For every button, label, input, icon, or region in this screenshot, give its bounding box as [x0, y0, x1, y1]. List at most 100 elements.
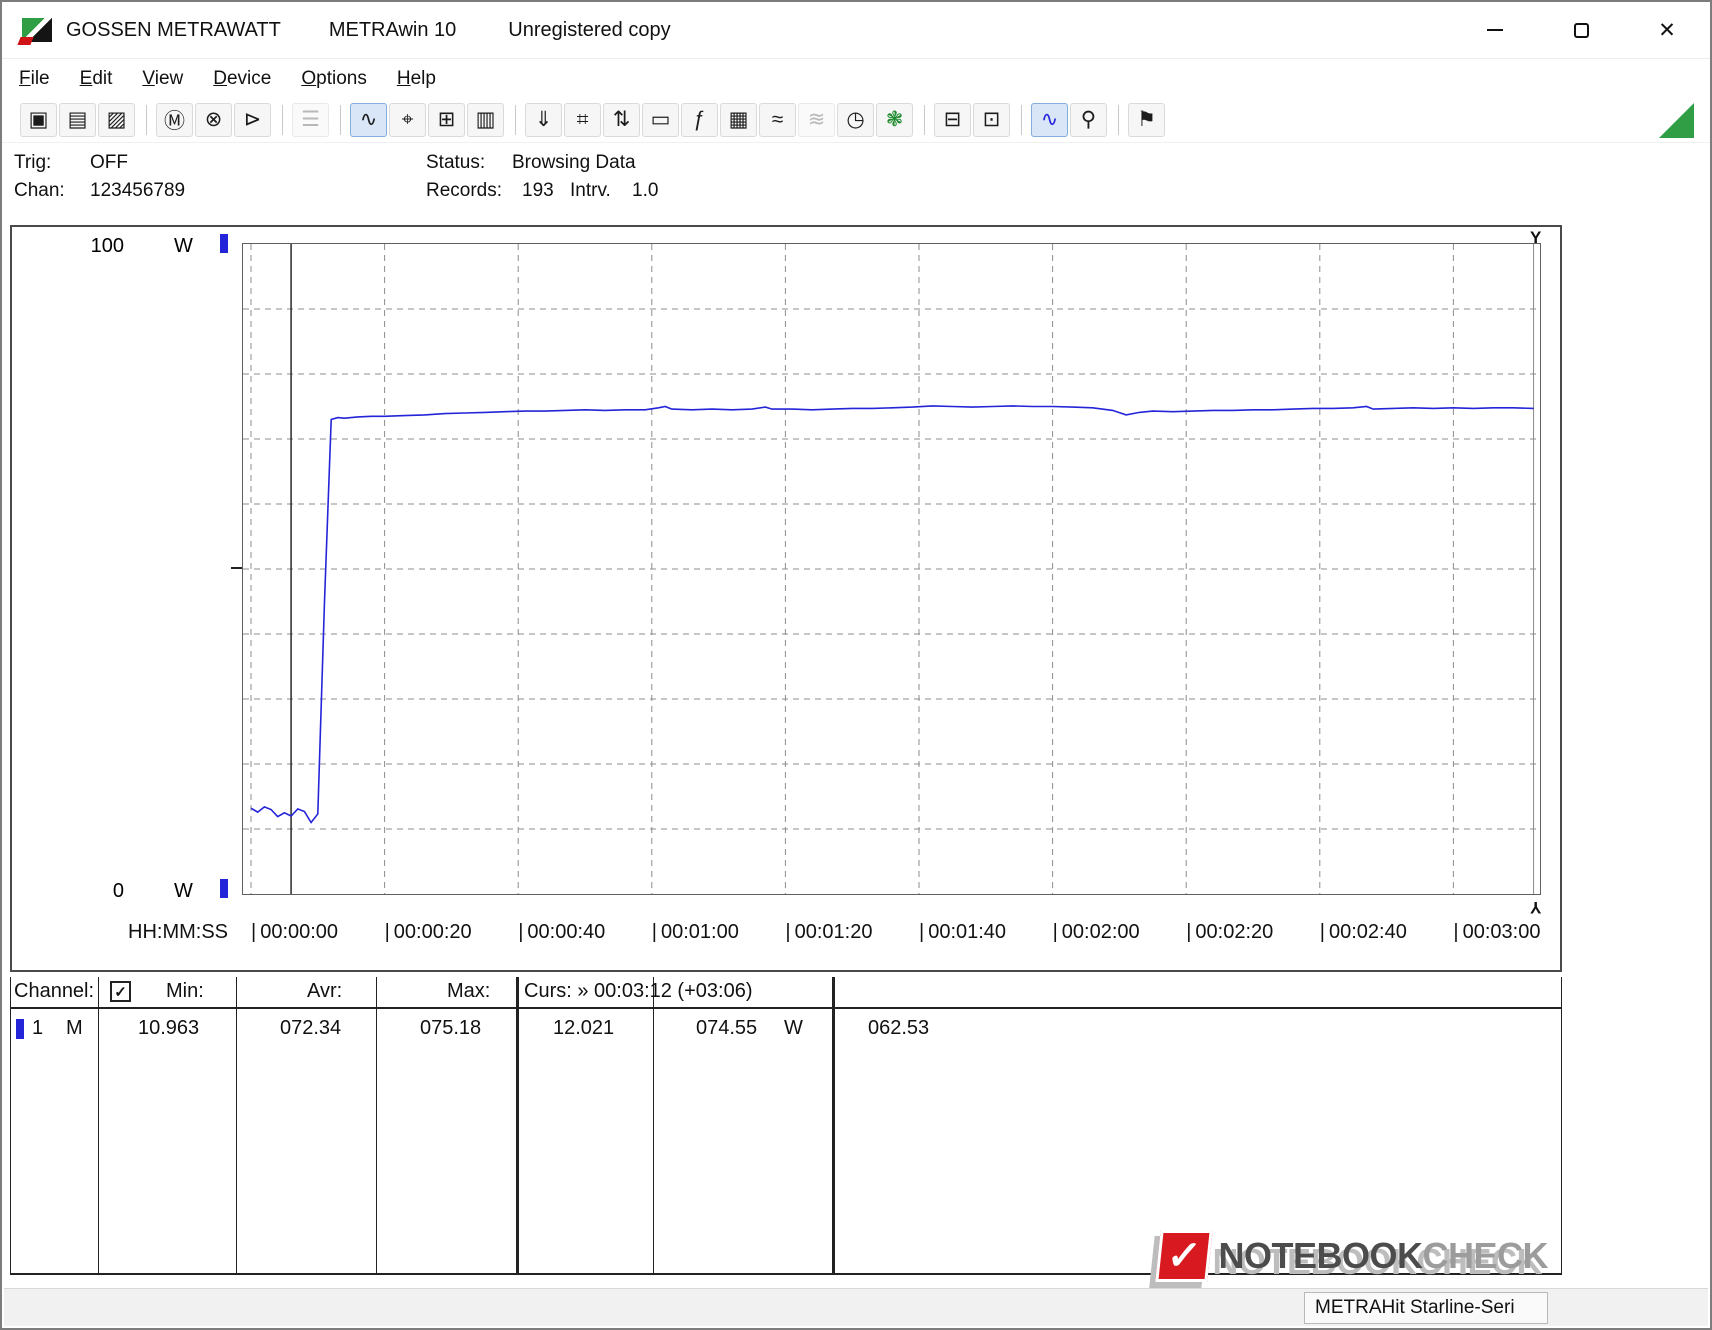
green-corner-triangle-icon [1659, 103, 1694, 138]
status-value: Browsing Data [512, 152, 636, 173]
scope-view-icon[interactable]: ⌖ [389, 102, 426, 137]
toolbar-separator [282, 104, 283, 135]
col-header-max: Max: [447, 980, 491, 1002]
zoom-horizontal-icon[interactable]: ∿ [1031, 102, 1068, 137]
statusbar: METRAHit Starline-Seri [4, 1288, 1708, 1326]
channel-color-marker-top [220, 234, 228, 253]
export-data-icon[interactable]: ⇓ [525, 102, 562, 137]
menubar: File Edit View Device Options Help [2, 60, 1710, 97]
memory-list-icon: ☰ [292, 102, 329, 137]
channel-list-icon[interactable]: ⇅ [603, 102, 640, 137]
chan-label: Chan: [14, 180, 65, 201]
x-tick: | 00:02:00 [1053, 921, 1140, 944]
x-tick-label: 00:00:00 [260, 921, 339, 943]
print-icon[interactable]: ⊟ [934, 102, 971, 137]
toolbar-separator [146, 104, 147, 135]
status-label: Status: [426, 152, 486, 173]
trig-label: Trig: [14, 152, 52, 173]
x-tick-mark: | [251, 921, 257, 943]
menu-item-view[interactable]: View [127, 63, 198, 95]
menu-item-help[interactable]: Help [382, 63, 451, 95]
trend-plot-area[interactable] [242, 243, 1541, 895]
maximize-button[interactable] [1538, 2, 1624, 58]
close-button[interactable]: ✕ [1624, 2, 1710, 58]
table-divider [653, 977, 654, 1275]
sample-rate-icon[interactable]: ≈ [759, 102, 796, 137]
x-tick-label: 00:03:00 [1462, 921, 1541, 943]
device-read-icon[interactable]: Ⓜ [156, 102, 193, 137]
value-cursor1: 12.021 [553, 1017, 615, 1039]
wordmark-check: CHECK [1422, 1235, 1548, 1276]
meter-timer-icon[interactable]: ◷ [837, 102, 874, 137]
x-tick: | 00:01:20 [785, 921, 872, 944]
toolbar-separator [1021, 104, 1022, 135]
value-max: 075.18 [420, 1017, 482, 1039]
wordmark-notebook: NOTEBOOK [1218, 1235, 1423, 1276]
cursor-handle-bottom-icon[interactable]: Y [1530, 897, 1541, 917]
channel-visible-checkbox[interactable]: ✓ [110, 981, 131, 1002]
device-config-icon[interactable]: ⌗ [564, 102, 601, 137]
notebookcheck-watermark: ✓ NOTEBOOK CHECK [1155, 1230, 1548, 1282]
x-tick-label: 00:02:20 [1195, 921, 1274, 943]
col-header-min: Min: [166, 980, 204, 1002]
x-tick: | 00:00:20 [385, 921, 472, 944]
value-delta: 062.53 [868, 1017, 930, 1039]
connected-device-box: METRAHit Starline-Seri [1304, 1292, 1548, 1324]
menu-item-file[interactable]: File [4, 63, 65, 95]
x-tick-label: 00:01:00 [661, 921, 739, 943]
annotation-icon[interactable]: ⚑ [1128, 102, 1165, 137]
license-label: Unregistered copy [508, 18, 671, 41]
value-cursor2: 074.55 [696, 1017, 758, 1039]
menu-item-options[interactable]: Options [286, 63, 381, 95]
x-tick-mark: | [384, 921, 390, 943]
open-folder-icon[interactable]: ▨ [98, 102, 135, 137]
interval-value: 1.0 [632, 180, 659, 201]
menu-item-edit[interactable]: Edit [65, 63, 128, 95]
value-cursor2-unit: W [784, 1017, 803, 1039]
x-axis-title: HH:MM:SS [128, 921, 228, 943]
channel-color-bar [16, 1019, 24, 1039]
chan-value: 123456789 [90, 180, 186, 201]
table-border [1561, 977, 1562, 1275]
formula-icon[interactable]: ƒ [681, 102, 718, 137]
table-view-icon[interactable]: ⊞ [428, 102, 465, 137]
print-preview-icon[interactable]: ⊡ [973, 102, 1010, 137]
save-as-icon[interactable]: ▤ [59, 102, 96, 137]
toolbar-separator [340, 104, 341, 135]
toolbar-buttons: ▣ ▤ ▨ Ⓜ ⊗ ⊳ ☰ ∿ ⌖ ⊞ ▥ ⇓ ⌗ ⇅ ▭ ƒ ▦ ≈ ≋ ◷ ❃ ⊟ ⊡ ∿ ⚲ ⚑ [20, 102, 1167, 137]
zoom-lens-icon[interactable]: ⚲ [1070, 102, 1107, 137]
minimize-button[interactable] [1452, 2, 1538, 58]
live-display-icon[interactable]: ▭ [642, 102, 679, 137]
x-tick: | 00:01:00 [652, 921, 739, 944]
logo-red-accent [17, 37, 34, 45]
x-tick-mark: | [919, 921, 925, 943]
x-tick: | 00:02:40 [1320, 921, 1407, 944]
gossen-metrawatt-logo-icon [17, 18, 52, 45]
device-disconnect-icon[interactable]: ⊗ [195, 102, 232, 137]
table-divider [236, 977, 237, 1275]
x-tick-mark: | [651, 921, 657, 943]
notebookcheck-wordmark: NOTEBOOK CHECK [1218, 1235, 1548, 1277]
x-tick-mark: | [1186, 921, 1192, 943]
toolbar-separator [1118, 104, 1119, 135]
save-icon[interactable]: ▣ [20, 102, 57, 137]
x-tick-mark: | [1052, 921, 1058, 943]
y-axis-min-label: 0 [112, 880, 124, 902]
trend-chart[interactable] [243, 244, 1540, 894]
records-value: 193 [522, 180, 554, 201]
value-avr: 072.34 [280, 1017, 342, 1039]
device-send-icon[interactable]: ⊳ [234, 102, 271, 137]
toolbar-separator [924, 104, 925, 135]
histogram-view-icon[interactable]: ▥ [467, 102, 504, 137]
channel-number: 1 [32, 1017, 44, 1039]
live-meter-icon[interactable]: ❃ [876, 102, 913, 137]
table-divider [376, 977, 377, 1275]
x-tick-label: 00:00:40 [527, 921, 606, 943]
menu-item-device[interactable]: Device [198, 63, 286, 95]
x-tick: | 00:00:40 [518, 921, 605, 944]
smoothing-icon: ≋ [798, 102, 835, 137]
calculator-icon[interactable]: ▦ [720, 102, 757, 137]
x-tick-label: 00:02:40 [1329, 921, 1407, 943]
check-glyph: ✓ [1165, 1234, 1204, 1278]
trend-view-icon[interactable]: ∿ [350, 102, 387, 137]
